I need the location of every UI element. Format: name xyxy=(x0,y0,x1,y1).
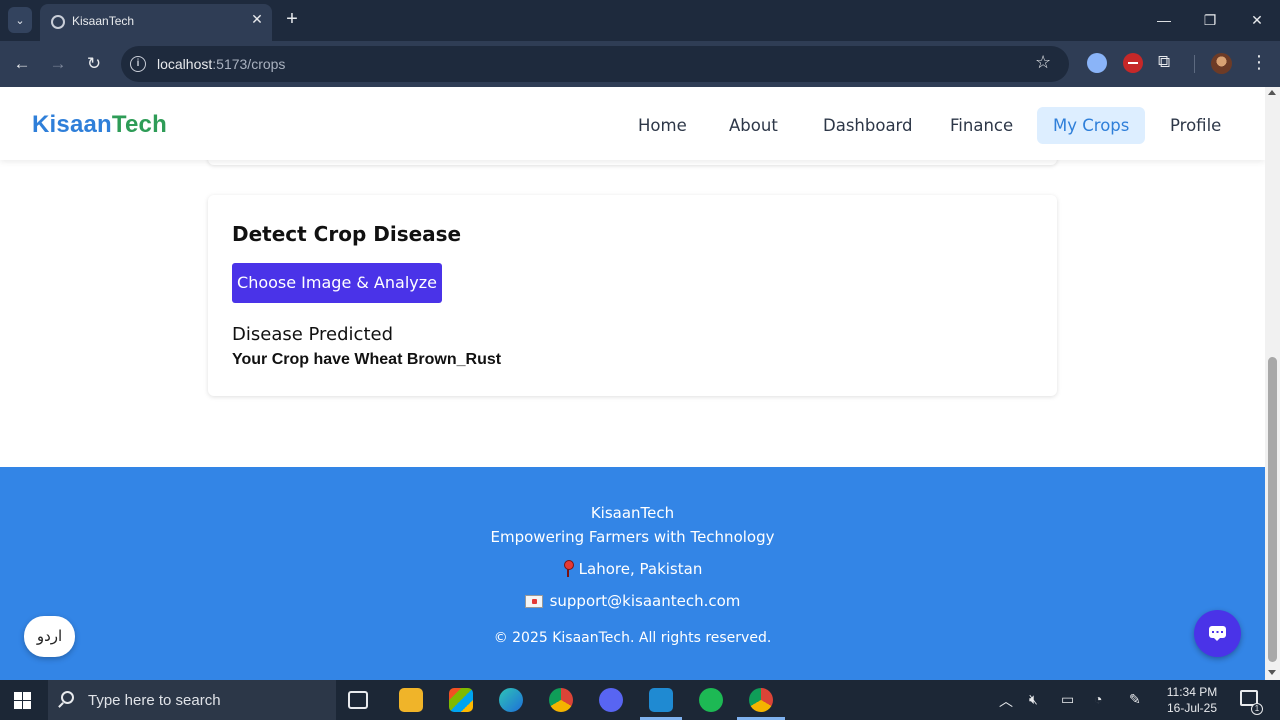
file-explorer-icon[interactable] xyxy=(399,688,423,712)
clock-date: 16-Jul-25 xyxy=(1166,701,1218,715)
task-view-icon[interactable] xyxy=(348,691,368,709)
wifi-icon[interactable]: ◔ xyxy=(1094,691,1102,707)
pin-icon xyxy=(563,560,574,577)
volume-muted-icon[interactable]: 🔇︎ xyxy=(1029,691,1038,708)
edge-icon[interactable] xyxy=(499,688,523,712)
restore-icon[interactable]: ❐ xyxy=(1187,0,1233,40)
page-scrollbar[interactable] xyxy=(1265,87,1280,680)
footer-location: Lahore, Pakistan xyxy=(0,560,1265,578)
nav-home[interactable]: Home xyxy=(622,107,703,144)
footer-email-text[interactable]: support@kisaantech.com xyxy=(550,592,741,610)
clock-time: 11:34 PM xyxy=(1166,685,1218,699)
scroll-thumb[interactable] xyxy=(1268,357,1277,662)
browser-tab[interactable]: KisaanTech ✕ xyxy=(40,4,272,41)
vscode-icon[interactable] xyxy=(649,688,673,712)
browser-toolbar: ← → ↻ i localhost:5173/crops ☆ ⧉ ⋮ xyxy=(0,41,1280,87)
footer-brand: KisaanTech xyxy=(590,504,675,522)
spotify-icon[interactable] xyxy=(699,688,723,712)
chrome-icon[interactable] xyxy=(549,688,573,712)
scroll-up-arrow-icon[interactable] xyxy=(1268,90,1276,95)
result-heading: Disease Predicted xyxy=(232,324,394,345)
taskbar-search-box[interactable]: Type here to search xyxy=(48,680,336,720)
chat-dots xyxy=(1212,631,1223,633)
footer-location-text: Lahore, Pakistan xyxy=(578,560,703,578)
forward-icon[interactable]: → xyxy=(45,51,71,77)
windows-taskbar: Type here to search ︿ 🔇︎ ▭ ◔ ✎ 11:34 PM … xyxy=(0,680,1280,720)
nav-my-crops[interactable]: My Crops xyxy=(1037,107,1146,144)
tab-title: KisaanTech xyxy=(72,14,135,28)
reload-icon[interactable]: ↻ xyxy=(81,51,107,77)
site-info-icon[interactable]: i xyxy=(130,56,146,72)
store-icon[interactable] xyxy=(449,688,473,712)
toolbar-divider xyxy=(1194,55,1195,73)
envelope-icon xyxy=(524,595,543,608)
pen-icon[interactable]: ✎ xyxy=(1129,691,1141,708)
taskbar-search-placeholder: Type here to search xyxy=(88,692,221,709)
chat-button[interactable] xyxy=(1194,610,1241,657)
search-icon xyxy=(61,691,74,704)
site-navbar: KisaanTech Home About Dashboard Finance … xyxy=(0,87,1265,160)
star-icon[interactable]: ☆ xyxy=(1035,52,1051,73)
profile-avatar[interactable] xyxy=(1211,53,1232,74)
language-toggle-button[interactable]: اردو xyxy=(24,616,75,657)
site-footer: KisaanTech Empowering Farmers with Techn… xyxy=(0,467,1265,680)
footer-copyright: © 2025 KisaanTech. All rights reserved. xyxy=(493,630,772,646)
favicon-icon xyxy=(51,15,65,29)
url-text[interactable]: localhost:5173/crops xyxy=(157,56,285,72)
footer-tagline: Empowering Farmers with Technology xyxy=(490,528,775,546)
notification-badge: 1 xyxy=(1251,703,1263,715)
chevron-up-icon[interactable]: ︿ xyxy=(999,691,1013,711)
close-icon[interactable]: ✕ xyxy=(248,10,266,28)
footer-email: support@kisaantech.com xyxy=(0,592,1265,610)
window-close-icon[interactable]: ✕ xyxy=(1234,0,1280,40)
page-viewport: KisaanTech Home About Dashboard Finance … xyxy=(0,87,1265,680)
tab-search-icon[interactable]: ⌄ xyxy=(8,7,32,33)
address-bar[interactable]: i localhost:5173/crops ☆ xyxy=(121,46,1069,82)
site-logo[interactable]: KisaanTech xyxy=(32,111,167,139)
chrome-active-icon[interactable] xyxy=(749,688,773,712)
scroll-down-arrow-icon[interactable] xyxy=(1268,670,1276,675)
nav-dashboard[interactable]: Dashboard xyxy=(807,107,929,144)
detect-disease-card: Detect Crop Disease Choose Image & Analy… xyxy=(208,195,1057,396)
choose-image-button[interactable]: Choose Image & Analyze xyxy=(232,263,442,303)
back-icon[interactable]: ← xyxy=(9,51,35,77)
browser-tabbar: ⌄ KisaanTech ✕ + — ❐ ✕ xyxy=(0,0,1280,41)
taskbar-clock[interactable]: 11:34 PM 16-Jul-25 xyxy=(1160,684,1224,716)
nav-about[interactable]: About xyxy=(713,107,794,144)
nav-finance[interactable]: Finance xyxy=(934,107,1029,144)
puzzle-icon[interactable]: ⧉ xyxy=(1158,52,1170,72)
kebab-menu-icon[interactable]: ⋮ xyxy=(1250,52,1268,73)
result-text: Your Crop have Wheat Brown_Rust xyxy=(232,351,502,368)
minimize-icon[interactable]: — xyxy=(1141,0,1187,40)
nav-profile[interactable]: Profile xyxy=(1154,107,1237,144)
discord-icon[interactable] xyxy=(599,688,623,712)
windows-start-icon[interactable] xyxy=(14,692,32,709)
detect-heading: Detect Crop Disease xyxy=(232,222,462,246)
extension-icon[interactable] xyxy=(1123,53,1143,73)
extension-icon[interactable] xyxy=(1087,53,1107,73)
battery-icon[interactable]: ▭ xyxy=(1061,691,1074,708)
plus-icon[interactable]: + xyxy=(281,8,303,30)
